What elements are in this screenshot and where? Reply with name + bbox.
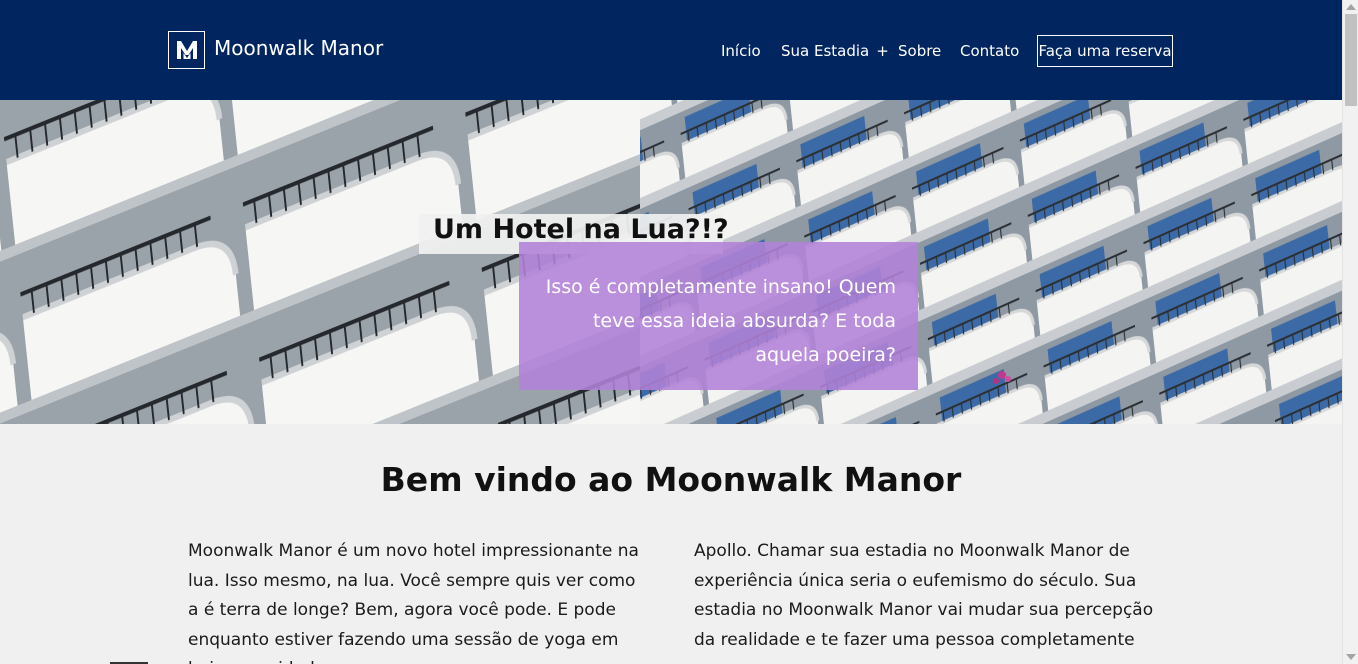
scrollbar-thumb[interactable] <box>1345 14 1357 106</box>
plus-icon[interactable]: + <box>876 42 889 60</box>
nav-sua-estadia-label[interactable]: Sua Estadia <box>781 42 869 60</box>
logo-mark[interactable] <box>168 31 205 69</box>
brand-name[interactable]: Moonwalk Manor <box>214 36 383 60</box>
logo-m-icon <box>176 41 197 59</box>
hero-banner: Um Hotel na Lua?!? Isso é completamente … <box>0 100 1342 424</box>
intro-paragraph-right: Apollo. Chamar sua estadia no Moonwalk M… <box>694 541 1154 664</box>
intro-paragraph-left: Moonwalk Manor é um novo hotel impressio… <box>188 541 639 664</box>
nav-sobre[interactable]: Sobre <box>898 42 941 60</box>
site-header: Moonwalk Manor Início Sua Estadia + Sobre… <box>0 0 1342 100</box>
nav-contato-label[interactable]: Contato <box>960 42 1019 60</box>
nav-sua-estadia[interactable]: Sua Estadia + <box>781 42 889 60</box>
page: Moonwalk Manor Início Sua Estadia + Sobre… <box>0 0 1342 664</box>
hero-callout-text: Isso é completamente insano! Quem teve e… <box>545 276 896 366</box>
nav-inicio-label[interactable]: Início <box>721 42 761 60</box>
nav-inicio[interactable]: Início <box>721 42 761 60</box>
reserve-button[interactable]: Faça uma reserva <box>1037 35 1173 67</box>
vertical-scrollbar[interactable] <box>1342 0 1358 664</box>
scroll-up-arrow-icon[interactable] <box>1346 4 1356 10</box>
welcome-heading: Bem vindo ao Moonwalk Manor <box>380 460 962 499</box>
nav-contato[interactable]: Contato <box>960 42 1019 60</box>
nav-sobre-label[interactable]: Sobre <box>898 42 941 60</box>
scroll-down-arrow-icon[interactable] <box>1346 654 1356 660</box>
